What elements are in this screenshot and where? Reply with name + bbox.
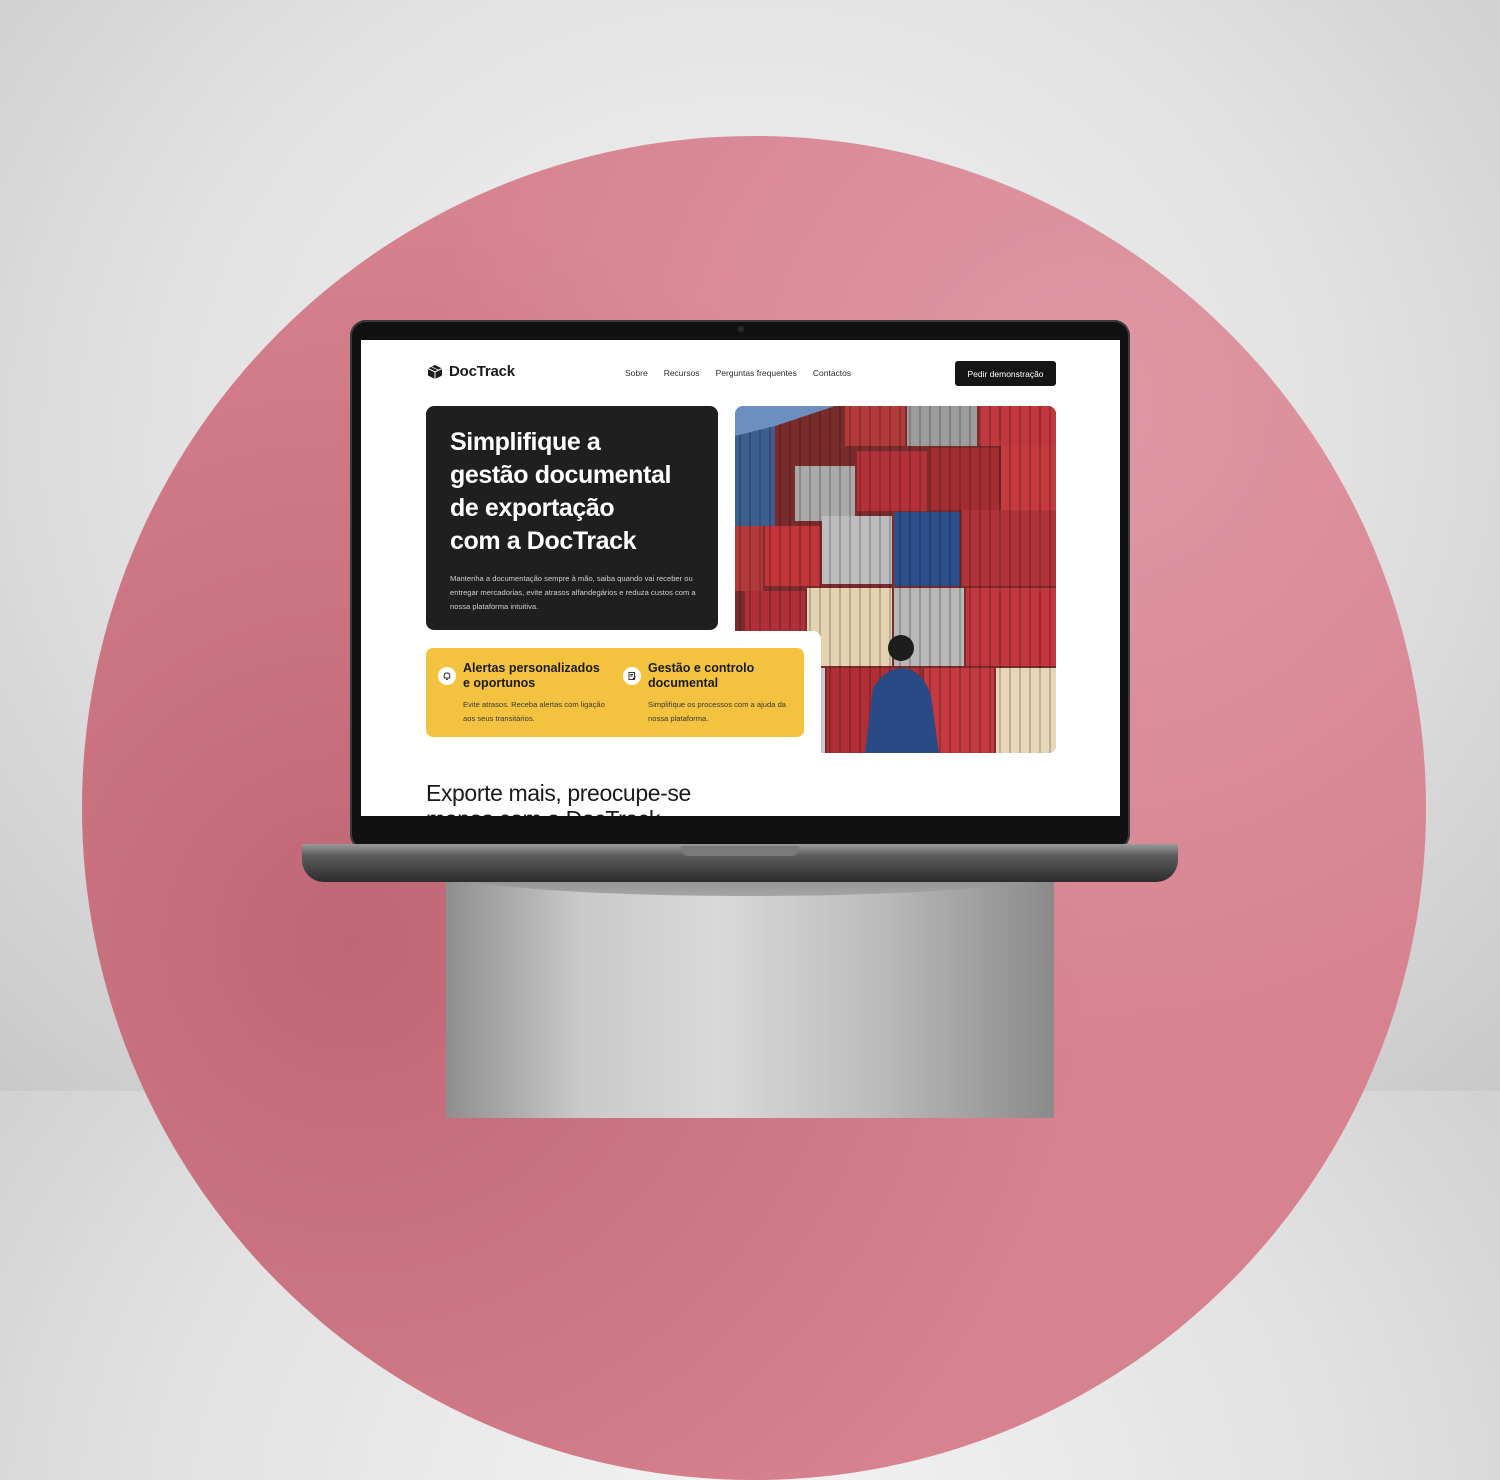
request-demo-button[interactable]: Pedir demonstração — [955, 361, 1056, 386]
document-edit-icon — [623, 667, 641, 685]
box-icon — [427, 364, 443, 379]
hero-description: Mantenha a documentação sempre à mão, sa… — [450, 574, 696, 611]
brand-logo[interactable]: DocTrack — [427, 363, 515, 380]
section-title: Exporte mais, preocupe-se menos com a Do… — [426, 780, 691, 816]
camera — [738, 326, 744, 332]
nav-item-faq[interactable]: Perguntas frequentes — [716, 368, 797, 378]
hero-card: Simplifique a gestão documental de expor… — [426, 406, 718, 630]
pedestal — [446, 858, 1054, 1118]
feature-description: Simplifique os processos com a ajuda da … — [648, 700, 787, 723]
feature-description: Evite atrasos. Receba alertas com ligaçã… — [463, 700, 605, 723]
hero-title: Simplifique a gestão documental de expor… — [450, 428, 672, 555]
nav-item-sobre[interactable]: Sobre — [625, 368, 648, 378]
main-nav: Sobre Recursos Perguntas frequentes Cont… — [625, 368, 851, 378]
brand-name: DocTrack — [449, 363, 515, 380]
feature-title: Alertas personalizados e oportunos — [463, 661, 600, 690]
laptop-screen: DocTrack Sobre Recursos Perguntas freque… — [361, 340, 1120, 816]
nav-item-recursos[interactable]: Recursos — [664, 368, 700, 378]
nav-item-contactos[interactable]: Contactos — [813, 368, 851, 378]
feature-title: Gestão e controlo documental — [648, 661, 755, 690]
laptop-opening-notch — [681, 846, 799, 856]
features-card: Alertas personalizados e oportunos Evite… — [426, 648, 804, 737]
bell-icon — [438, 667, 456, 685]
